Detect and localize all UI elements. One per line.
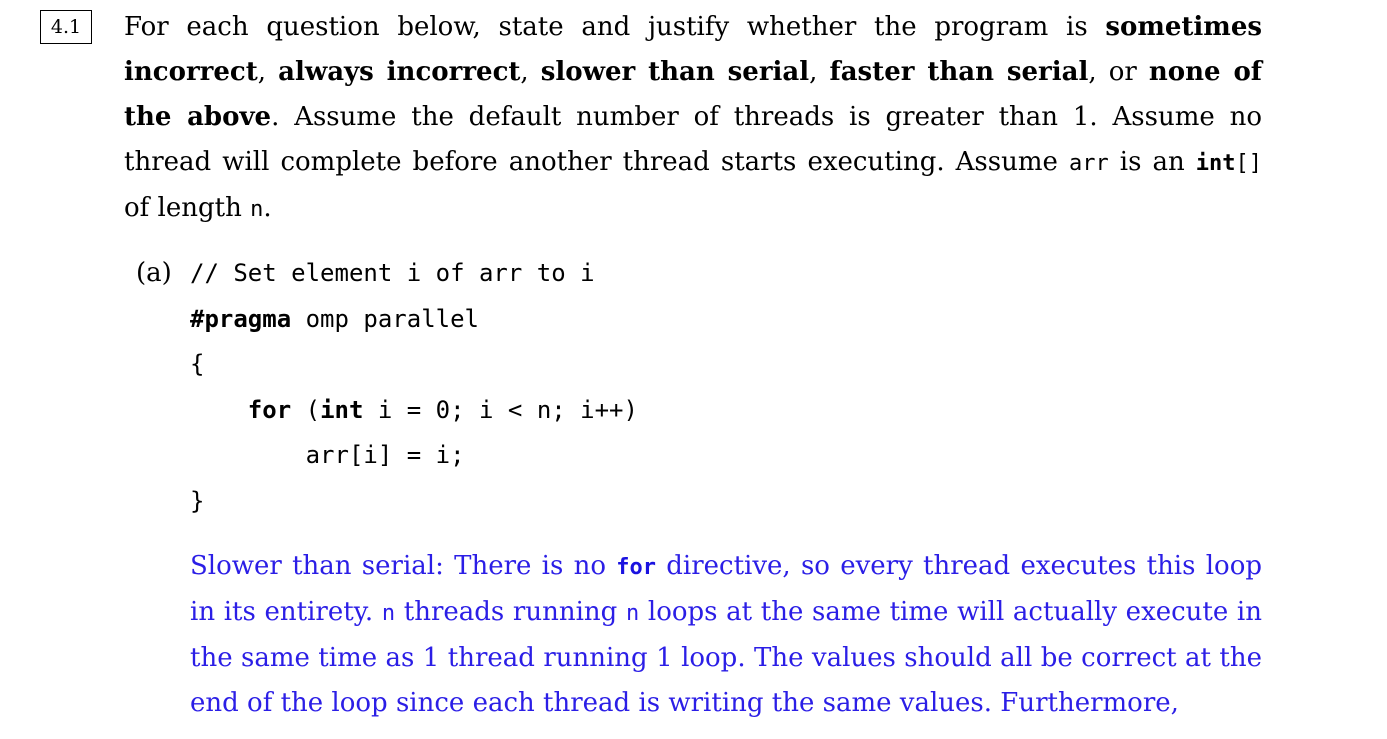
prompt-text: , [520, 57, 541, 87]
prompt-text: . [263, 193, 272, 223]
part-a-label: (a) [136, 258, 172, 288]
prompt-text: , [809, 57, 830, 87]
answer-code-n: n [625, 601, 640, 626]
inline-code-brackets: [] [1235, 151, 1263, 176]
answer-segment: threads running [395, 597, 626, 627]
prompt-text: , or [1088, 57, 1149, 87]
prompt-text: For each question below, state and justi… [124, 12, 1106, 42]
code-block: // Set element i of arr to i #pragma omp … [190, 251, 638, 524]
code-text: omp parallel [291, 304, 479, 333]
inline-code-n: n [250, 197, 264, 222]
prompt-option-always-incorrect: always incorrect [278, 57, 521, 87]
prompt-option-slower-than-serial: slower than serial [540, 57, 810, 87]
code-keyword: int [320, 395, 364, 424]
prompt-text: is an [1108, 147, 1196, 177]
question-number: 4.1 [50, 16, 82, 38]
answer-code-n: n [381, 601, 396, 626]
prompt-option-faster-than-serial: faster than serial [829, 57, 1089, 87]
code-line-pragma: #pragma omp parallel [190, 297, 638, 343]
inline-code-arr: arr [1068, 151, 1109, 176]
question-number-box: 4.1 [40, 10, 92, 44]
answer-text: Slower than serial: There is no for dire… [190, 544, 1262, 726]
code-line-comment: // Set element i of arr to i [190, 259, 595, 287]
answer-code-for: for [616, 555, 656, 580]
code-keyword: #pragma [190, 304, 292, 333]
inline-code-int: int [1195, 151, 1236, 176]
answer-segment: Slower than serial: There is no [190, 551, 617, 581]
code-line-open-brace: { [190, 350, 205, 378]
code-line-for: for (int i = 0; i < n; i++) [190, 388, 638, 434]
code-text: i = 0; i < n; i++) [363, 395, 638, 424]
question-prompt: For each question below, state and justi… [124, 5, 1262, 232]
prompt-text: of length [124, 193, 251, 223]
prompt-text: , [257, 57, 279, 87]
code-text: ( [291, 395, 321, 424]
code-line-assign: arr[i] = i; [190, 441, 465, 469]
code-line-close-brace: } [190, 486, 205, 515]
code-keyword: for [247, 395, 292, 424]
